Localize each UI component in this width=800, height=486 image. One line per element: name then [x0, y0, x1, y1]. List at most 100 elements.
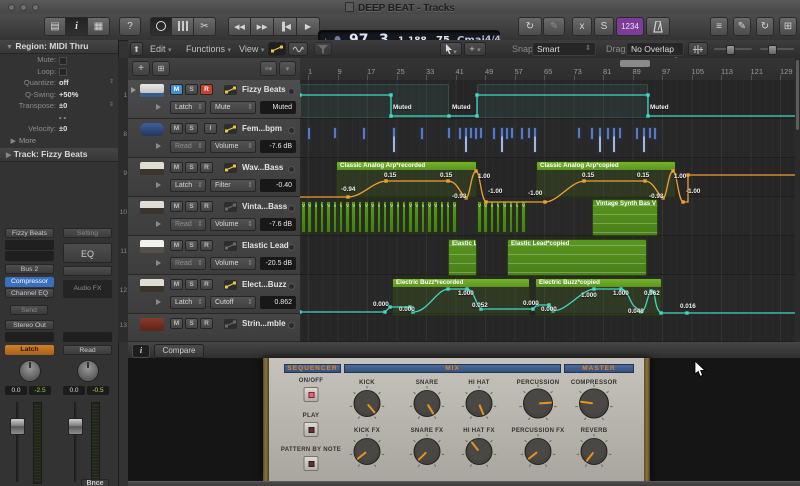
region-parameter-row[interactable]: Quantize: off ⇕	[0, 77, 118, 89]
automation-mode-select[interactable]: Read ⇕	[170, 257, 206, 270]
automation-param-select[interactable]: Volume ⇕	[210, 140, 256, 153]
gain-value[interactable]: -2.5	[29, 386, 51, 395]
kick-fx-knob[interactable]	[348, 433, 386, 476]
autopunch-button[interactable]: ✎	[543, 17, 565, 36]
track-solo-button[interactable]: S	[185, 201, 198, 212]
volume-fader[interactable]	[10, 418, 25, 435]
note-pads-button[interactable]: ✎	[733, 17, 751, 36]
record-enable-button[interactable]: R	[200, 240, 213, 251]
play-button[interactable]	[303, 422, 319, 437]
list-editors-button[interactable]: ≡	[710, 17, 728, 36]
automation-node[interactable]	[543, 200, 547, 204]
group-slot[interactable]	[5, 332, 54, 342]
pan-knob[interactable]	[19, 360, 41, 382]
region-parameter-row[interactable]: Velocity: ±0	[0, 123, 118, 135]
track-inspector-header[interactable]: ▶ Track: Fizzy Beats	[0, 148, 118, 162]
automation-param-select[interactable]: Cutoff ⇕	[210, 296, 256, 309]
pan-value[interactable]: 0.0	[63, 386, 85, 395]
track-solo-button[interactable]: S	[185, 318, 198, 329]
play-button[interactable]: ▶	[297, 17, 320, 36]
automation-mode-slot[interactable]: Read	[63, 345, 112, 355]
hi-hat-knob[interactable]	[460, 385, 498, 428]
automation-disclosure-icon[interactable]	[156, 143, 161, 149]
track-automation-toggle[interactable]	[224, 163, 237, 173]
insert-compressor-slot[interactable]: Compressor	[5, 277, 54, 287]
track-sort-button[interactable]: ≡▾	[260, 61, 277, 76]
track-mute-button[interactable]: M	[170, 240, 183, 251]
output-slot[interactable]: Stereo Out	[5, 320, 54, 330]
track-mute-button[interactable]: M	[170, 84, 183, 95]
quick-help-button[interactable]: ?	[119, 17, 141, 36]
automation-disclosure-icon[interactable]	[156, 104, 161, 110]
automation-node[interactable]	[646, 93, 650, 97]
automation-disclosure-icon[interactable]	[156, 182, 161, 188]
command-tool-button[interactable]: + ▾	[464, 42, 486, 56]
empty-slot[interactable]	[5, 240, 54, 250]
window-resize-strip[interactable]	[128, 481, 800, 486]
automation-param-select[interactable]: Volume ⇕	[210, 218, 256, 231]
edit-menu[interactable]: Edit ▾	[146, 42, 176, 56]
gain-value[interactable]: -0.5	[87, 386, 109, 395]
automation-node[interactable]	[384, 179, 388, 183]
automation-node[interactable]	[300, 310, 302, 314]
plugin-info-button[interactable]: i	[132, 344, 150, 358]
pointer-tool-button[interactable]: ▾	[440, 42, 462, 56]
track-automation-toggle[interactable]	[224, 319, 237, 329]
automation-node[interactable]	[300, 93, 302, 97]
stepper-icon[interactable]: ⇕	[109, 100, 114, 112]
empty-slot[interactable]	[5, 251, 54, 261]
apple-loops-button[interactable]: ↻	[756, 17, 774, 36]
pattern-by-note-button[interactable]	[303, 456, 319, 471]
parameter-checkbox[interactable]	[59, 56, 67, 65]
reverb-knob[interactable]	[575, 433, 613, 476]
track-filter-button[interactable]	[314, 42, 332, 56]
toolbar-button[interactable]: ▦	[88, 17, 110, 36]
track-header[interactable]: M S R Fizzy Beats Latch ⇕ Mute ⇕ Muted	[128, 80, 300, 119]
replace-button[interactable]: x	[572, 17, 592, 36]
track-solo-button[interactable]: S	[185, 84, 198, 95]
automation-disclosure-icon[interactable]	[156, 260, 161, 266]
region-inspector-header[interactable]: ▼ Region: MIDI Thru	[0, 40, 118, 54]
track-mute-button[interactable]: M	[170, 162, 183, 173]
on-off-button[interactable]	[303, 387, 319, 402]
mixer-button[interactable]	[172, 17, 194, 36]
track-header[interactable]: M S R Vinta...Bass Read ⇕ Volume ⇕ -7.6 dB	[128, 197, 300, 236]
track-mute-button[interactable]: M	[170, 318, 183, 329]
count-in-button[interactable]: 1234	[616, 17, 644, 36]
track-solo-button[interactable]: S	[185, 123, 198, 134]
audio-fx-slot[interactable]: Audio FX	[63, 280, 112, 298]
add-track-button[interactable]: +	[132, 61, 150, 76]
track-header[interactable]: M S R Wav...Bass Latch ⇕ Filter ⇕ -0.40	[128, 158, 300, 197]
track-automation-toggle[interactable]	[224, 241, 237, 251]
track-solo-button[interactable]: S	[185, 240, 198, 251]
automation-node[interactable]	[346, 195, 350, 199]
automation-node[interactable]	[681, 200, 685, 204]
automation-node[interactable]	[475, 114, 479, 118]
automation-node[interactable]	[446, 287, 450, 291]
horizontal-zoom-slider[interactable]	[760, 45, 794, 55]
automation-node[interactable]	[447, 114, 451, 118]
track-mute-button[interactable]: M	[170, 201, 183, 212]
scrollbar-thumb[interactable]	[796, 60, 799, 130]
automation-node[interactable]	[475, 93, 479, 97]
track-header[interactable]: M S R Elect...Buzz Latch ⇕ Cutoff ⇕ 0.862	[128, 275, 300, 314]
browsers-button[interactable]: ⊞	[779, 17, 797, 36]
automation-param-select[interactable]: Filter ⇕	[210, 179, 256, 192]
track-automation-toggle[interactable]	[224, 280, 237, 290]
automation-node[interactable]	[659, 311, 663, 315]
fader-track[interactable]	[74, 402, 77, 482]
track-solo-button[interactable]: S	[185, 162, 198, 173]
region-more-row[interactable]: ▶ More	[0, 135, 118, 147]
automation-disclosure-icon[interactable]	[156, 299, 161, 305]
track-automation-toggle[interactable]	[224, 202, 237, 212]
inspector-button[interactable]: i	[66, 17, 88, 36]
record-enable-button[interactable]: R	[200, 279, 213, 290]
track-header[interactable]: M S R Strin...mble	[128, 314, 300, 342]
insert-eq-slot[interactable]: Channel EQ	[5, 288, 54, 298]
region-parameter-row[interactable]: Mute:	[0, 54, 118, 66]
horizontal-zoom-thumb[interactable]	[768, 45, 777, 55]
track-automation-toggle[interactable]	[224, 124, 237, 134]
automation-node[interactable]	[686, 173, 690, 177]
channel-name-button[interactable]: Fizzy Beats	[5, 228, 54, 238]
snare-fx-knob[interactable]	[408, 433, 446, 476]
